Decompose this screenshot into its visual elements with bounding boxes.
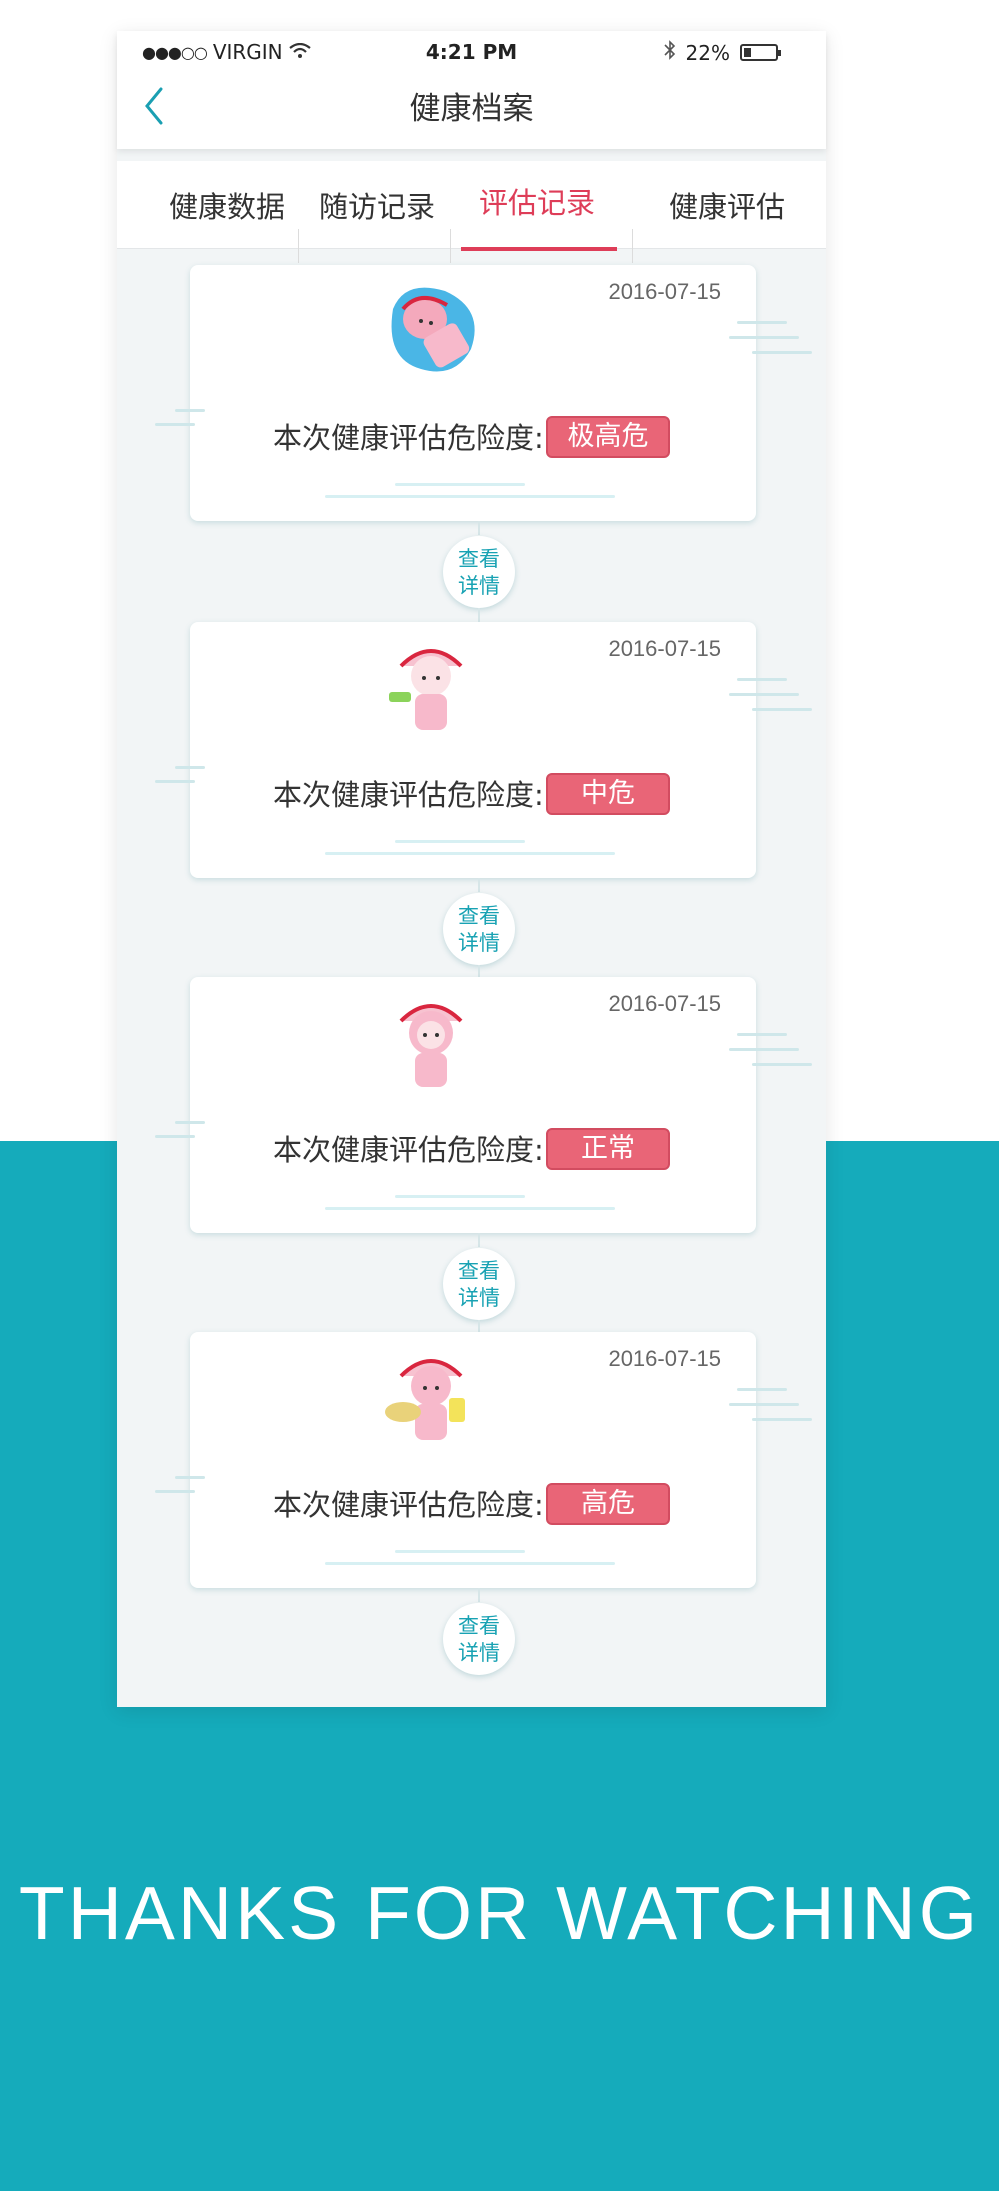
timeline-connector bbox=[478, 1320, 480, 1332]
record-card: 2016-07-15 本次健康评估危险度: 中危 bbox=[190, 622, 756, 878]
tab-assessment-records[interactable]: 评估记录 bbox=[462, 161, 612, 249]
tab-health-data[interactable]: 健康数据 bbox=[157, 161, 297, 249]
tab-active-indicator bbox=[461, 247, 617, 251]
tab-divider bbox=[450, 229, 451, 263]
view-details-button[interactable]: 查看 详情 bbox=[443, 1603, 515, 1675]
cloud-decor bbox=[175, 1121, 205, 1124]
details-label: 查看 详情 bbox=[458, 547, 500, 598]
cloud-decor bbox=[729, 1048, 799, 1051]
record-date: 2016-07-15 bbox=[608, 279, 721, 304]
risk-label: 本次健康评估危险度: bbox=[273, 1488, 544, 1522]
nurse-mascot-image bbox=[375, 636, 487, 740]
timeline-connector bbox=[478, 608, 480, 622]
record-date: 2016-07-15 bbox=[608, 636, 721, 661]
tab-follow-up[interactable]: 随访记录 bbox=[307, 161, 447, 249]
cloud-decor bbox=[729, 693, 799, 696]
cloud-decor bbox=[175, 409, 205, 412]
cloud-decor bbox=[155, 780, 195, 783]
phone-screen: ●●●○○ VIRGIN 4:21 PM 22% 健康档案 健康数据 随访记录 … bbox=[117, 31, 826, 1707]
view-details-button[interactable]: 查看 详情 bbox=[443, 536, 515, 608]
record-card: 2016-07-15 本次健康评估危险度: 正常 bbox=[190, 977, 756, 1233]
cloud-decor bbox=[752, 708, 812, 711]
tab-divider bbox=[298, 229, 299, 263]
battery-icon bbox=[740, 44, 781, 61]
decor-line bbox=[395, 1195, 525, 1198]
decor-line bbox=[395, 1550, 525, 1553]
cloud-decor bbox=[737, 678, 787, 681]
record-date: 2016-07-15 bbox=[608, 1346, 721, 1371]
top-bar: ●●●○○ VIRGIN 4:21 PM 22% 健康档案 bbox=[117, 31, 826, 149]
nurse-mascot-image bbox=[375, 279, 487, 383]
nurse-mascot-image bbox=[375, 1346, 487, 1450]
tab-bar: 健康数据 随访记录 评估记录 健康评估 bbox=[117, 161, 826, 249]
record-card: 2016-07-15 本次健康评估危险度: 极高危 bbox=[190, 265, 756, 521]
view-details-button[interactable]: 查看 详情 bbox=[443, 893, 515, 965]
decor-line bbox=[325, 1562, 615, 1565]
cloud-decor bbox=[155, 1490, 195, 1493]
page-title: 健康档案 bbox=[409, 91, 534, 127]
tab-divider bbox=[632, 229, 633, 263]
decor-line bbox=[395, 483, 525, 486]
risk-level-badge: 高危 bbox=[546, 1483, 670, 1525]
details-label: 查看 详情 bbox=[458, 1614, 500, 1665]
timeline-connector bbox=[478, 521, 480, 535]
view-details-button[interactable]: 查看 详情 bbox=[443, 1248, 515, 1320]
risk-level-badge: 极高危 bbox=[546, 416, 670, 458]
tab-health-assessment[interactable]: 健康评估 bbox=[657, 161, 797, 249]
status-bar: ●●●○○ VIRGIN 4:21 PM 22% bbox=[117, 31, 826, 73]
thanks-heading: THANKS FOR WATCHING bbox=[18, 1871, 981, 1955]
cloud-decor bbox=[729, 336, 799, 339]
risk-level-badge: 正常 bbox=[546, 1128, 670, 1170]
timeline-connector bbox=[478, 965, 480, 977]
cloud-decor bbox=[155, 423, 195, 426]
battery-percent: 22% bbox=[685, 40, 730, 65]
details-label: 查看 详情 bbox=[458, 1259, 500, 1310]
status-right: 22% bbox=[663, 40, 781, 65]
decor-line bbox=[325, 1207, 615, 1210]
nurse-mascot-image bbox=[375, 991, 487, 1095]
cloud-decor bbox=[155, 1135, 195, 1138]
decor-line bbox=[395, 840, 525, 843]
cloud-decor bbox=[175, 766, 205, 769]
risk-label: 本次健康评估危险度: bbox=[273, 421, 544, 455]
bluetooth-icon bbox=[663, 40, 676, 65]
risk-label: 本次健康评估危险度: bbox=[273, 1133, 544, 1167]
details-label: 查看 详情 bbox=[458, 904, 500, 955]
cloud-decor bbox=[752, 1418, 812, 1421]
cloud-decor bbox=[752, 1063, 812, 1066]
decor-line bbox=[325, 852, 615, 855]
cloud-decor bbox=[752, 351, 812, 354]
record-date: 2016-07-15 bbox=[608, 991, 721, 1016]
cloud-decor bbox=[737, 321, 787, 324]
timeline-connector bbox=[478, 878, 480, 892]
decor-line bbox=[325, 495, 615, 498]
cloud-decor bbox=[737, 1388, 787, 1391]
risk-level-badge: 中危 bbox=[546, 773, 670, 815]
timeline-connector bbox=[478, 1233, 480, 1247]
record-card: 2016-07-15 本次健康评估危险度: 高危 bbox=[190, 1332, 756, 1588]
cloud-decor bbox=[175, 1476, 205, 1479]
risk-label: 本次健康评估危险度: bbox=[273, 778, 544, 812]
cloud-decor bbox=[737, 1033, 787, 1036]
cloud-decor bbox=[729, 1403, 799, 1406]
timeline-connector bbox=[478, 1588, 480, 1602]
